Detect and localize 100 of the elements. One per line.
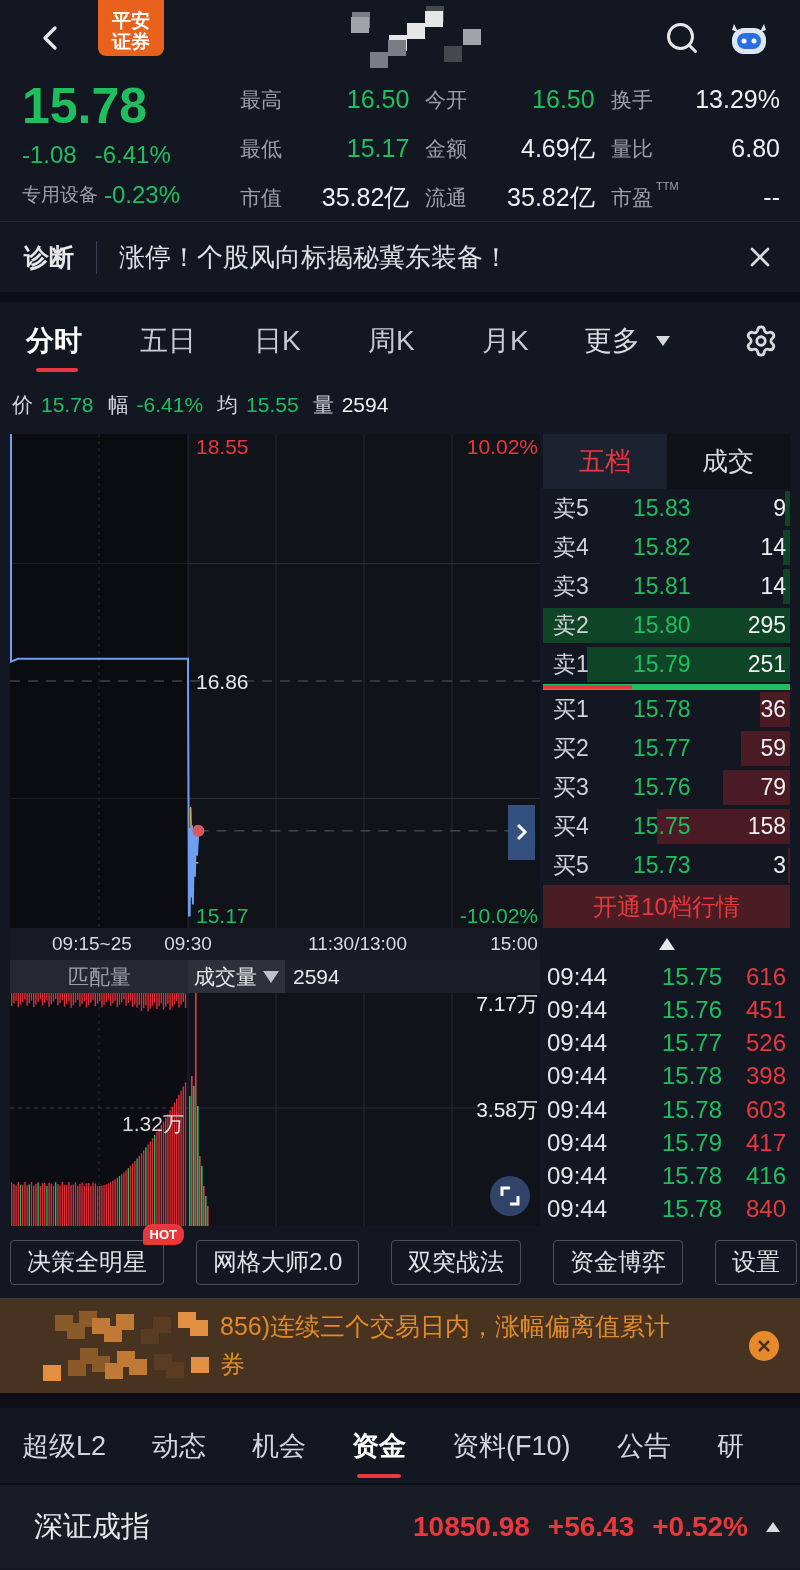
warning-text: 856)连续三个交易日内，涨幅偏离值累计 (220, 1311, 671, 1342)
stat-label: 最高 (240, 86, 282, 113)
stat-label: 金额 (425, 135, 468, 162)
stat-label: 最低 (240, 135, 282, 162)
index-value: 10850.98 (413, 1510, 530, 1543)
stat-value: 15.17 (346, 134, 410, 163)
price-tick: 18.55 (196, 435, 249, 458)
info-value: 15.55 (246, 393, 299, 417)
broker-logo: 平安 证券 (98, 0, 164, 56)
price-tick: 15.17 (196, 904, 249, 927)
info-value: -6.41% (136, 393, 204, 417)
stat-value: 4.69亿 (521, 133, 595, 164)
percent-tick: -10.02% (459, 904, 538, 927)
order-volume: 36 (759, 696, 786, 723)
percent-tick: 10.02% (466, 435, 538, 458)
sector-change: -0.23% (104, 181, 181, 209)
diagnosis-label: 诊断 (24, 240, 97, 274)
order-price: 15.81 (633, 573, 692, 600)
trade-time: 09:44 (547, 962, 609, 991)
trade-time: 09:44 (547, 1062, 609, 1091)
order-volume: 79 (759, 774, 786, 801)
trade-volume: 398 (744, 1062, 786, 1091)
stat-value: 13.29% (695, 85, 780, 114)
trade-price: 15.76 (660, 995, 724, 1024)
order-level-label: 买1 (553, 695, 590, 724)
trade-time: 09:44 (547, 1029, 609, 1058)
order-volume: 251 (746, 651, 786, 678)
time-tick: 15:00 (490, 933, 538, 955)
trade-volume: 417 (744, 1128, 786, 1157)
trade-time: 09:44 (547, 1162, 609, 1191)
trade-volume: 616 (744, 962, 786, 991)
order-level-label: 卖1 (553, 650, 590, 679)
trade-time: 09:44 (547, 995, 609, 1024)
volume-tick: 7.17万 (476, 993, 538, 1015)
ttm-label: TTM (656, 179, 679, 192)
stat-value: 35.82亿 (321, 182, 410, 213)
info-value: 15.78 (41, 393, 94, 417)
order-level-label: 卖3 (553, 572, 590, 601)
trade-volume: 840 (744, 1195, 786, 1224)
stat-value: 16.50 (532, 85, 595, 114)
info-label: 量 (312, 392, 334, 418)
order-level-label: 卖5 (553, 494, 590, 523)
price-change: -1.08 (22, 141, 77, 169)
order-price: 15.76 (633, 774, 692, 801)
order-volume: 158 (746, 813, 786, 840)
order-price: 15.73 (633, 852, 692, 879)
stat-label: 流通 (425, 184, 468, 211)
order-volume: 3 (772, 852, 786, 879)
trade-price: 15.78 (660, 1162, 724, 1191)
order-price: 15.80 (633, 612, 692, 639)
trade-price: 15.78 (660, 1095, 724, 1124)
trade-price: 15.78 (660, 1195, 724, 1224)
trade-volume: 526 (744, 1029, 786, 1058)
index-change: +56.43 (547, 1510, 635, 1543)
info-label: 均 (217, 392, 239, 418)
stat-label: 量比 (610, 135, 653, 162)
order-price: 15.75 (633, 813, 692, 840)
order-volume: 9 (772, 495, 786, 522)
order-level-label: 卖2 (553, 611, 590, 640)
trade-volume: 451 (744, 995, 786, 1024)
info-label: 幅 (107, 392, 129, 418)
time-tick: 09:30 (164, 933, 212, 955)
order-volume: 14 (759, 534, 786, 561)
auction-volume-label: 1.32万 (122, 1112, 184, 1135)
volume-tick: 3.58万 (476, 1098, 538, 1121)
order-price: 15.77 (633, 735, 692, 762)
sector-name: 专用设备 (22, 183, 98, 207)
order-level-label: 买5 (553, 851, 590, 880)
stat-value: 35.82亿 (507, 182, 595, 213)
trade-price: 15.75 (660, 962, 724, 991)
order-level-label: 买2 (553, 734, 590, 763)
stat-value: 6.80 (731, 134, 780, 163)
index-percent-change: +0.52% (652, 1510, 748, 1543)
volume-value: 2594 (293, 964, 340, 989)
trade-time: 09:44 (547, 1095, 609, 1124)
trade-price: 15.79 (660, 1128, 724, 1157)
info-value: 2594 (341, 393, 389, 417)
order-level-label: 卖4 (553, 533, 590, 562)
trade-volume: 416 (744, 1162, 786, 1191)
stat-label: 今开 (425, 86, 468, 113)
trade-price: 15.77 (660, 1029, 724, 1058)
warning-text: 券 (220, 1349, 245, 1380)
stat-value: -- (763, 183, 780, 212)
time-label: 11:30/13:00 (308, 933, 407, 955)
order-level-label: 买4 (553, 812, 590, 841)
order-price: 15.83 (633, 495, 692, 522)
order-price: 15.79 (633, 651, 692, 678)
order-volume: 59 (759, 735, 786, 762)
info-label: 价 (12, 392, 33, 418)
price-tick: 16.86 (196, 669, 249, 693)
time-label: 09:15~25 (52, 933, 132, 955)
order-level-label: 买3 (553, 773, 590, 802)
order-price: 15.82 (633, 534, 692, 561)
trade-price: 15.78 (660, 1062, 724, 1091)
order-price: 15.78 (633, 696, 692, 723)
percent-change: -6.41% (94, 141, 171, 169)
stat-label: 换手 (610, 86, 653, 113)
last-price: 15.78 (22, 77, 149, 135)
trade-time: 09:44 (547, 1128, 609, 1157)
stat-value: 16.50 (346, 85, 410, 114)
